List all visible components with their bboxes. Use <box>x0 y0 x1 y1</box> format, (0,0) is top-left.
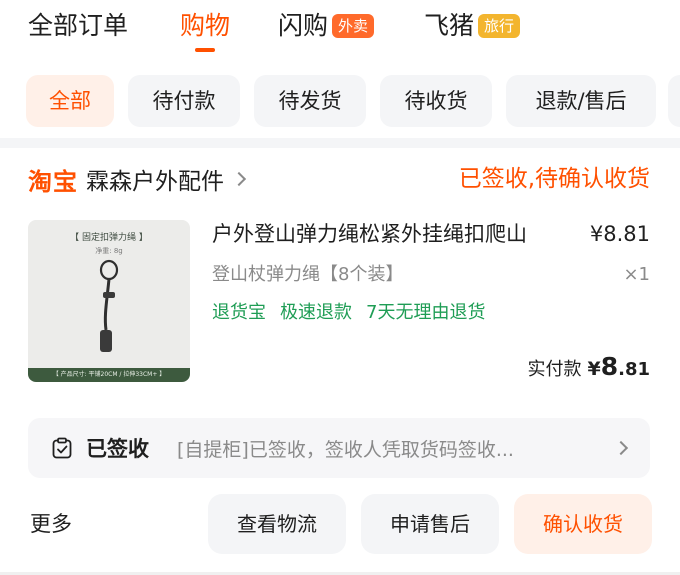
service-tag: 7天无理由退货 <box>366 302 486 323</box>
travel-badge: 旅行 <box>478 14 521 38</box>
status-filter-chips: 全部 待付款 待发货 待收货 退款/售后 <box>0 75 680 127</box>
chip-pending-receipt[interactable]: 待收货 <box>380 75 492 127</box>
delivery-check-icon <box>52 437 72 459</box>
product-image-size: 【 产品尺寸: 平铺20CM / 拉伸33CM+ 】 <box>28 368 190 382</box>
confirm-receipt-button[interactable]: 确认收货 <box>514 494 652 554</box>
takeout-badge: 外卖 <box>332 14 375 38</box>
chip-pending-payment[interactable]: 待付款 <box>128 75 240 127</box>
tab-fliggy[interactable]: 飞猪 旅行 <box>424 8 521 44</box>
section-divider <box>0 138 680 148</box>
more-actions-link[interactable]: 更多 <box>30 506 72 542</box>
order-status: 已签收,待确认收货 <box>458 166 650 192</box>
amount-decimal: .81 <box>618 359 650 380</box>
amount-paid-label: 实付款 <box>527 359 582 380</box>
taobao-logo: 淘宝 <box>28 167 78 196</box>
tab-flash-buy[interactable]: 闪购 外卖 <box>278 8 375 44</box>
logistics-status: 已签收 <box>86 437 149 461</box>
view-logistics-button[interactable]: 查看物流 <box>208 494 346 554</box>
currency-symbol: ¥ <box>587 358 601 380</box>
logistics-status-bar[interactable]: 已签收 [自提柜]已签收，签收人凭取货码签收... <box>28 418 650 478</box>
product-quantity: ×1 <box>623 264 650 285</box>
apply-after-sale-button[interactable]: 申请售后 <box>361 494 499 554</box>
elastic-cord-illustration <box>99 259 119 352</box>
product-spec: 登山杖弹力绳【8个装】 <box>212 264 404 285</box>
service-tag: 退货宝 <box>212 302 266 323</box>
amount-integer: 8 <box>600 352 619 381</box>
active-tab-indicator <box>195 48 215 52</box>
service-tags: 退货宝 极速退款 7天无理由退货 <box>212 298 485 328</box>
tab-shopping[interactable]: 购物 <box>180 8 230 52</box>
shop-name: 霖森户外配件 <box>86 169 224 195</box>
chevron-right-icon <box>231 171 247 187</box>
product-price: ¥8.81 <box>589 222 650 246</box>
order-category-tabs: 全部订单 购物 闪购 外卖 飞猪 旅行 <box>0 0 680 62</box>
chip-overflow[interactable] <box>668 75 680 127</box>
logistics-detail: [自提柜]已签收，签收人凭取货码签收... <box>177 438 514 461</box>
chip-pending-shipment[interactable]: 待发货 <box>254 75 366 127</box>
shop-link[interactable]: 淘宝 霖森户外配件 <box>28 160 247 198</box>
tab-all-orders[interactable]: 全部订单 <box>28 8 128 44</box>
product-image[interactable]: 【 固定扣弹力绳 】 净重: 8g 【 产品尺寸: 平铺20CM / 拉伸33C… <box>28 220 190 382</box>
amount-paid: 实付款 ¥ 8 .81 <box>527 352 650 381</box>
service-tag: 极速退款 <box>280 302 352 323</box>
chip-refund-after-sale[interactable]: 退款/售后 <box>506 75 656 127</box>
chevron-right-icon <box>613 440 629 456</box>
chip-all[interactable]: 全部 <box>26 75 114 127</box>
product-title[interactable]: 户外登山弹力绳松紧外挂绳扣爬山 <box>212 218 527 250</box>
